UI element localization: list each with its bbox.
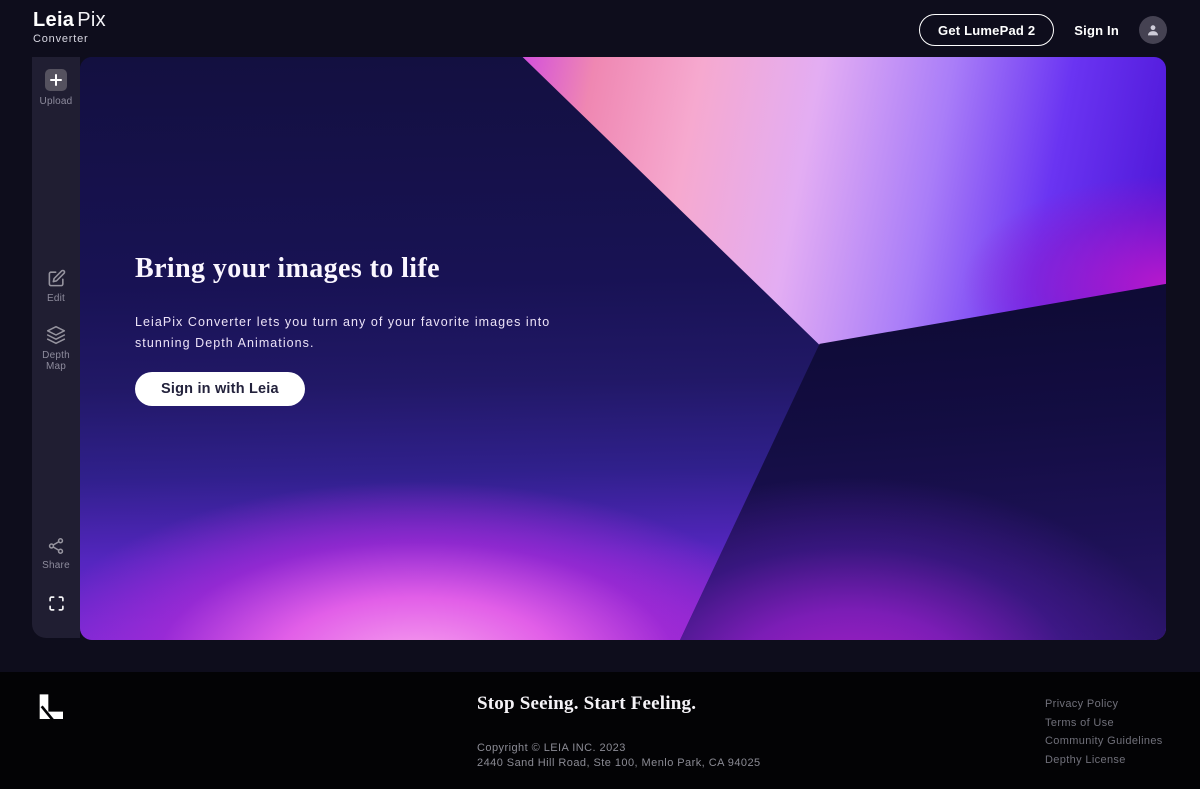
upload-button[interactable]	[45, 69, 67, 91]
leia-mark-icon	[33, 692, 65, 727]
fullscreen-icon	[48, 595, 65, 612]
depth-map-icon	[46, 325, 66, 345]
depth-map-label: Depth Map	[34, 350, 78, 372]
share-icon	[47, 537, 65, 555]
fullscreen-button[interactable]	[32, 595, 80, 612]
sidebar-item-edit[interactable]: Edit	[32, 269, 80, 304]
brand-subtitle: Converter	[33, 34, 106, 45]
brand-name: LeiaPix	[33, 10, 106, 30]
footer-links: Privacy Policy Terms of Use Community Gu…	[1045, 695, 1163, 769]
sign-in-with-leia-button[interactable]: Sign in with Leia	[135, 372, 305, 406]
sidebar-item-upload[interactable]: Upload	[32, 69, 80, 107]
address-line: 2440 Sand Hill Road, Ste 100, Menlo Park…	[477, 756, 761, 771]
header-actions: Get LumePad 2 Sign In	[919, 14, 1167, 46]
hero-content: Bring your images to life LeiaPix Conver…	[135, 252, 575, 406]
hero-title: Bring your images to life	[135, 252, 575, 286]
footer-link-community-guidelines[interactable]: Community Guidelines	[1045, 732, 1163, 751]
footer: Stop Seeing. Start Feeling. Copyright © …	[0, 672, 1200, 789]
sidebar-item-share[interactable]: Share	[32, 537, 80, 571]
footer-link-depthy-license[interactable]: Depthy License	[1045, 751, 1163, 770]
upload-label: Upload	[34, 96, 78, 107]
avatar[interactable]	[1139, 16, 1167, 44]
footer-center: Stop Seeing. Start Feeling. Copyright © …	[477, 693, 761, 771]
app-header: LeiaPix Converter Get LumePad 2 Sign In	[0, 0, 1200, 57]
hero-section: Bring your images to life LeiaPix Conver…	[80, 57, 1166, 640]
sidebar: Upload Edit Depth Map Share	[32, 57, 80, 638]
get-lumepad-button[interactable]: Get LumePad 2	[919, 14, 1054, 46]
sign-in-link[interactable]: Sign In	[1074, 23, 1119, 38]
footer-copyright: Copyright © LEIA INC. 2023 2440 Sand Hil…	[477, 741, 761, 771]
footer-link-privacy-policy[interactable]: Privacy Policy	[1045, 695, 1163, 714]
footer-link-terms-of-use[interactable]: Terms of Use	[1045, 714, 1163, 733]
edit-icon	[47, 269, 66, 288]
brand-name-light: Pix	[77, 9, 106, 31]
footer-tagline: Stop Seeing. Start Feeling.	[477, 693, 761, 715]
person-icon	[1145, 22, 1161, 38]
plus-icon	[50, 74, 62, 86]
hero-description: LeiaPix Converter lets you turn any of y…	[135, 312, 560, 354]
share-label: Share	[34, 560, 78, 571]
brand-name-bold: Leia	[33, 9, 74, 31]
sidebar-item-depth-map[interactable]: Depth Map	[32, 325, 80, 372]
copyright-line: Copyright © LEIA INC. 2023	[477, 741, 761, 756]
edit-label: Edit	[34, 293, 78, 304]
brand-logo: LeiaPix Converter	[33, 10, 106, 45]
